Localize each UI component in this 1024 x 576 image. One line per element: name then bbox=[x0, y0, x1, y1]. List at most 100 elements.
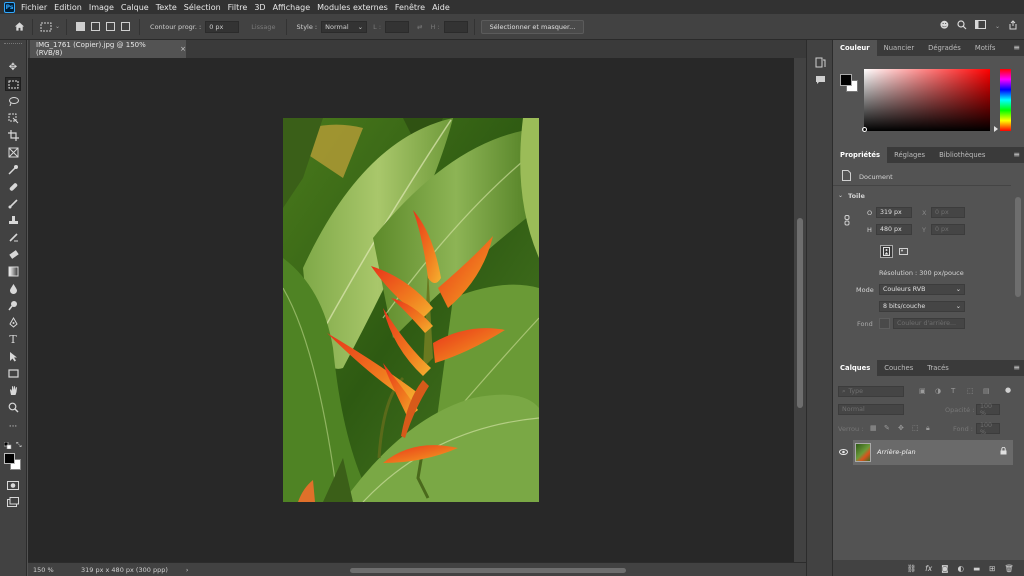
tab-couches[interactable]: Couches bbox=[877, 360, 920, 376]
link-icon[interactable]: ⛓ bbox=[907, 564, 917, 573]
move-tool-icon[interactable]: ✥ bbox=[5, 60, 21, 74]
menu-modules-externes[interactable]: Modules externes bbox=[317, 3, 388, 12]
canvas-height-input[interactable]: 480 px bbox=[876, 224, 912, 235]
panel-menu-icon[interactable]: ≡ bbox=[1013, 43, 1020, 52]
layer-filter-select[interactable]: ⌕ Type bbox=[838, 386, 904, 397]
vertical-scrollbar-thumb[interactable] bbox=[797, 218, 803, 408]
tab-traces[interactable]: Tracés bbox=[920, 360, 956, 376]
comments-panel-icon[interactable] bbox=[814, 74, 826, 86]
default-colors-icon[interactable] bbox=[3, 441, 12, 450]
trash-icon[interactable]: 🗑︎ bbox=[1004, 564, 1014, 573]
tab-couleur[interactable]: Couleur bbox=[833, 40, 877, 56]
add-selection-icon[interactable] bbox=[91, 22, 101, 31]
menu-fichier[interactable]: Fichier bbox=[21, 3, 47, 12]
chevron-down-icon[interactable]: ⌄ bbox=[55, 23, 60, 30]
fx-icon[interactable]: fx bbox=[925, 564, 932, 573]
width-input[interactable] bbox=[385, 20, 410, 33]
vertical-scrollbar[interactable] bbox=[794, 58, 806, 562]
menu-aide[interactable]: Aide bbox=[432, 3, 450, 12]
tab-nuancier[interactable]: Nuancier bbox=[877, 40, 921, 56]
menu-filtre[interactable]: Filtre bbox=[228, 3, 248, 12]
clone-stamp-tool-icon[interactable] bbox=[5, 213, 21, 227]
lock-pixels-icon[interactable]: ✎ bbox=[884, 424, 890, 432]
layer-name[interactable]: Arrière-plan bbox=[877, 448, 916, 456]
horizontal-scrollbar-thumb[interactable] bbox=[350, 568, 626, 573]
filter-pixel-icon[interactable]: ▣ bbox=[919, 387, 926, 395]
lock-transparency-icon[interactable]: ▦ bbox=[870, 424, 877, 432]
intersect-selection-icon[interactable] bbox=[121, 22, 131, 31]
subtract-selection-icon[interactable] bbox=[106, 22, 116, 31]
fill-input[interactable]: 100 % bbox=[976, 422, 1000, 436]
more-tools-icon[interactable]: ··· bbox=[5, 420, 21, 434]
lock-icon[interactable] bbox=[1000, 446, 1007, 457]
tab-reglages[interactable]: Réglages bbox=[887, 147, 932, 163]
menu-3d[interactable]: 3D bbox=[254, 3, 265, 12]
style-select[interactable]: Normal ⌄ bbox=[321, 20, 368, 33]
layer-row[interactable]: Arrière-plan bbox=[853, 440, 1013, 465]
zoom-level[interactable]: 150 % bbox=[33, 566, 71, 574]
height-input[interactable] bbox=[443, 20, 468, 33]
lasso-tool-icon[interactable] bbox=[5, 94, 21, 108]
lock-artboard-icon[interactable]: ⬚ bbox=[912, 424, 919, 432]
rectangle-tool-icon[interactable] bbox=[5, 366, 21, 380]
workspace-icon[interactable] bbox=[974, 20, 987, 32]
type-tool-icon[interactable]: T bbox=[5, 332, 21, 346]
menu-selection[interactable]: Sélection bbox=[184, 3, 221, 12]
status-menu-arrow[interactable]: › bbox=[186, 566, 189, 574]
path-selection-tool-icon[interactable] bbox=[5, 349, 21, 363]
link-dimensions-icon[interactable] bbox=[844, 215, 850, 228]
filter-shape-icon[interactable]: ⬚ bbox=[967, 387, 974, 395]
foreground-color-swatch-top[interactable] bbox=[4, 453, 15, 464]
gradient-tool-icon[interactable] bbox=[5, 264, 21, 278]
tab-bibliotheques[interactable]: Bibliothèques bbox=[932, 147, 992, 163]
mask-icon[interactable]: ◙ bbox=[941, 564, 948, 573]
search-icon[interactable] bbox=[957, 20, 967, 32]
filter-toggle-icon[interactable]: ● bbox=[1005, 386, 1011, 394]
feather-input[interactable]: 0 px bbox=[205, 20, 240, 33]
toolbar-grip[interactable] bbox=[4, 43, 22, 45]
properties-scrollbar-thumb[interactable] bbox=[1015, 197, 1021, 297]
eye-icon[interactable] bbox=[839, 449, 848, 457]
tab-motifs[interactable]: Motifs bbox=[968, 40, 1003, 56]
bit-depth-select[interactable]: 8 bits/couche ⌄ bbox=[879, 301, 965, 312]
panel-menu-icon[interactable]: ≡ bbox=[1013, 150, 1020, 159]
history-brush-tool-icon[interactable] bbox=[5, 230, 21, 244]
document-tab[interactable]: IMG_1761 (Copier).jpg @ 150% (RVB/8) × bbox=[30, 40, 186, 58]
object-selection-tool-icon[interactable] bbox=[5, 111, 21, 125]
hand-tool-icon[interactable] bbox=[5, 383, 21, 397]
swap-colors-icon[interactable]: ⤡ bbox=[16, 441, 22, 450]
zoom-tool-icon[interactable] bbox=[5, 400, 21, 414]
eraser-tool-icon[interactable] bbox=[5, 247, 21, 261]
eyedropper-tool-icon[interactable] bbox=[5, 162, 21, 176]
smoothing-checkbox[interactable]: Lissage bbox=[251, 23, 275, 31]
color-picker-cursor[interactable] bbox=[862, 127, 867, 132]
filter-type-icon[interactable]: T bbox=[951, 387, 955, 395]
chevron-down-icon[interactable]: ⌄ bbox=[838, 192, 843, 199]
blend-mode-select[interactable]: Normal bbox=[838, 404, 904, 415]
pen-tool-icon[interactable] bbox=[5, 315, 21, 329]
screen-mode-icon[interactable] bbox=[5, 495, 21, 509]
menu-edition[interactable]: Edition bbox=[54, 3, 82, 12]
new-layer-icon[interactable]: ⊞ bbox=[989, 564, 995, 573]
lock-position-icon[interactable]: ✥ bbox=[898, 424, 904, 432]
menu-calque[interactable]: Calque bbox=[121, 3, 149, 12]
tab-proprietes[interactable]: Propriétés bbox=[833, 147, 888, 163]
menu-image[interactable]: Image bbox=[89, 3, 114, 12]
canvas-x-input[interactable]: 0 px bbox=[931, 207, 965, 218]
lock-all-icon[interactable]: 🔒︎ bbox=[926, 424, 930, 433]
tab-calques[interactable]: Calques bbox=[833, 360, 878, 376]
home-icon[interactable] bbox=[12, 20, 26, 34]
landscape-orientation-icon[interactable] bbox=[897, 245, 910, 258]
menu-fenetre[interactable]: Fenêtre bbox=[395, 3, 425, 12]
quick-mask-icon[interactable] bbox=[5, 478, 21, 492]
foreground-color-swatch[interactable] bbox=[840, 74, 852, 86]
share-icon[interactable] bbox=[1008, 20, 1018, 32]
close-icon[interactable]: × bbox=[180, 45, 186, 53]
menu-texte[interactable]: Texte bbox=[156, 3, 177, 12]
share-user-icon[interactable]: ☻ bbox=[940, 21, 949, 31]
document-image[interactable] bbox=[283, 118, 539, 502]
healing-brush-tool-icon[interactable] bbox=[5, 179, 21, 193]
select-and-mask-button[interactable]: Sélectionner et masquer... bbox=[480, 19, 585, 34]
group-icon[interactable]: ▬ bbox=[973, 564, 980, 573]
opacity-input[interactable]: 100 % bbox=[976, 403, 1000, 417]
